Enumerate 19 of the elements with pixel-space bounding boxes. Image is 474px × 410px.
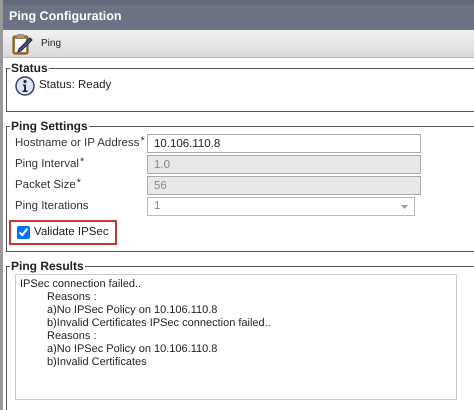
info-icon: [15, 76, 35, 96]
required-mark: *: [140, 136, 145, 146]
section-legend: Status: [10, 62, 49, 74]
field-label: Ping Interval: [15, 157, 79, 172]
required-mark: *: [80, 157, 84, 167]
clipboard-pencil-icon: [11, 32, 33, 54]
field-label: Packet Size: [15, 178, 76, 193]
dropdown-caret-icon: [401, 204, 408, 208]
ping-button[interactable]: Ping: [41, 36, 62, 51]
section-legend: Ping Settings: [10, 120, 89, 132]
field-label: Hostname or IP Address: [15, 136, 140, 151]
required-mark: *: [76, 178, 82, 188]
checkbox-label[interactable]: Validate IPSec: [34, 224, 109, 242]
input-field[interactable]: 10.106.110.8: [147, 134, 421, 153]
status-text: Status: Ready: [39, 78, 112, 94]
section-legend: Ping Results: [10, 260, 85, 272]
results-textarea[interactable]: IPSec connection failed.. Reasons : a)No IPSec Policy on 10.106.110.8 b)Invalid Certificates IPSec connection failed.. Reasons : a)No IPSec Policy on 10.106.110.8 b)Invalid Certificates: [15, 274, 457, 400]
validate-checkbox[interactable]: [17, 226, 30, 240]
field-label: Ping Iterations: [15, 199, 89, 214]
